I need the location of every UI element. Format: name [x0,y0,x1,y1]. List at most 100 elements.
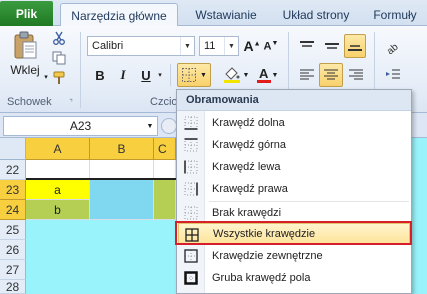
cell-b22[interactable] [90,160,154,180]
align-bottom-icon [348,45,362,51]
cell-a24[interactable]: b [26,200,90,220]
align-middle-button[interactable] [321,36,343,56]
cell-c23[interactable] [154,180,176,220]
border-left-icon [184,160,198,174]
menu-item-border-right[interactable]: Krawędź prawa [178,178,410,200]
menu-item-border-top[interactable]: Krawędź górna [178,134,410,156]
ribbon-tab-bar: Plik Narzędzia główne Wstawianie Układ s… [0,0,427,27]
border-right-icon [184,182,198,196]
shrink-font-icon: A▼ [263,39,279,53]
chevron-down-icon: ▼ [271,71,279,79]
name-box-resize-handle[interactable] [161,118,177,134]
underline-button[interactable]: U [136,64,156,86]
row-header-22[interactable]: 22 [0,160,26,180]
cell-c22[interactable] [154,160,176,180]
paste-label: Wklej [10,63,40,77]
grow-font-button[interactable]: A▲ [243,36,261,56]
name-box[interactable]: A23 ▼ [3,116,158,136]
copy-button[interactable] [50,49,68,67]
align-top-icon [300,41,314,47]
chevron-down-icon: ▼ [224,37,238,55]
menu-item-label: Krawędź lewa [212,161,281,173]
font-name-select[interactable]: Calibri ▼ [87,36,195,56]
menu-item-label: Krawędź górna [212,139,286,151]
border-bottom-icon [184,116,198,130]
decrease-indent-button[interactable] [382,64,404,86]
row-header-27[interactable]: 27 [0,260,26,280]
paste-button[interactable]: Wklej [6,30,44,78]
chevron-down-icon: ▼ [180,37,194,55]
shrink-font-button[interactable]: A▼ [262,36,280,56]
thick-box-border-icon [184,271,198,285]
text-orientation-icon: ab [385,41,401,54]
cut-button[interactable] [50,29,68,47]
align-left-icon [300,69,314,80]
format-painter-button[interactable] [50,69,68,87]
menu-item-outside-borders[interactable]: Krawędzie zewnętrzne [178,245,410,267]
copy-icon [52,51,66,65]
font-color-button[interactable]: A ▼ [254,63,280,87]
svg-text:ab: ab [385,41,401,54]
border-top-icon [184,138,198,152]
menu-item-thick-box-border[interactable]: Gruba krawędź pola [178,267,410,289]
cell-a23[interactable]: a [26,180,90,200]
align-right-button[interactable] [345,64,367,86]
select-all-corner[interactable] [0,138,26,160]
bold-icon: B [95,67,105,83]
row-header-25[interactable]: 25 [0,220,26,240]
align-center-icon [324,69,338,80]
align-left-button[interactable] [296,64,318,86]
grow-font-icon: A▲ [243,38,261,54]
orientation-button[interactable]: ab [382,36,404,56]
menu-item-label: Krawędź prawa [212,183,288,195]
menu-item-border-left[interactable]: Krawędź lewa [178,156,410,178]
cell-a22[interactable] [26,160,90,180]
font-group-label: Czcio [150,96,178,108]
paste-icon [14,31,37,59]
menu-item-label: Brak krawędzi [212,207,282,219]
cell-b23[interactable] [90,180,154,220]
font-name-value: Calibri [92,40,124,52]
indent-icon [386,69,400,79]
paint-bucket-icon [223,67,240,83]
clipboard-launcher-icon[interactable]: ⌝ [66,97,76,107]
fill-color-button[interactable]: ▼ [221,63,251,87]
row-header-28[interactable]: 28 [0,280,26,294]
underline-icon: U [141,67,151,83]
clipboard-group-label: Schowek [7,96,52,108]
menu-item-label: Krawędź dolna [212,117,285,129]
highlight-annotation-box [175,221,412,245]
tab-insert[interactable]: Wstawianie [186,3,266,26]
row-header-23[interactable]: 23 [0,180,26,200]
column-header-a[interactable]: A [26,138,90,160]
font-color-icon: A [256,66,271,83]
tab-formulas[interactable]: Formuły [366,3,424,26]
borders-dropdown-menu: Obramowania Krawędź dolna Krawędź górna … [176,89,412,294]
row-header-24[interactable]: 24 [0,200,26,220]
underline-chevron-icon[interactable]: ▾ [156,70,164,80]
menu-item-label: Gruba krawędź pola [212,272,311,284]
column-header-b[interactable]: B [90,138,154,160]
italic-icon: I [120,67,126,82]
column-header-c[interactable]: C [154,138,176,160]
menu-item-border-bottom[interactable]: Krawędź dolna [178,112,410,134]
borders-button[interactable]: ▼ [177,63,211,87]
group-separator [80,32,81,108]
tab-home[interactable]: Narzędzia główne [60,3,178,27]
outside-borders-icon [184,249,198,263]
format-painter-icon [53,71,65,84]
align-bottom-button[interactable] [344,34,366,58]
paste-options-chevron-icon[interactable]: ▾ [42,72,50,82]
file-tab[interactable]: Plik [0,1,53,26]
align-top-button[interactable] [296,36,318,56]
tab-page-layout[interactable]: Układ strony [272,3,360,26]
group-separator [170,64,171,86]
bold-button[interactable]: B [90,64,110,86]
scissors-icon [53,31,65,45]
row-header-26[interactable]: 26 [0,240,26,260]
border-grid-icon [182,68,197,82]
chevron-down-icon: ▼ [242,71,250,79]
italic-button[interactable]: I [113,64,133,86]
font-size-select[interactable]: 11 ▼ [199,36,239,56]
align-center-button[interactable] [319,63,343,87]
